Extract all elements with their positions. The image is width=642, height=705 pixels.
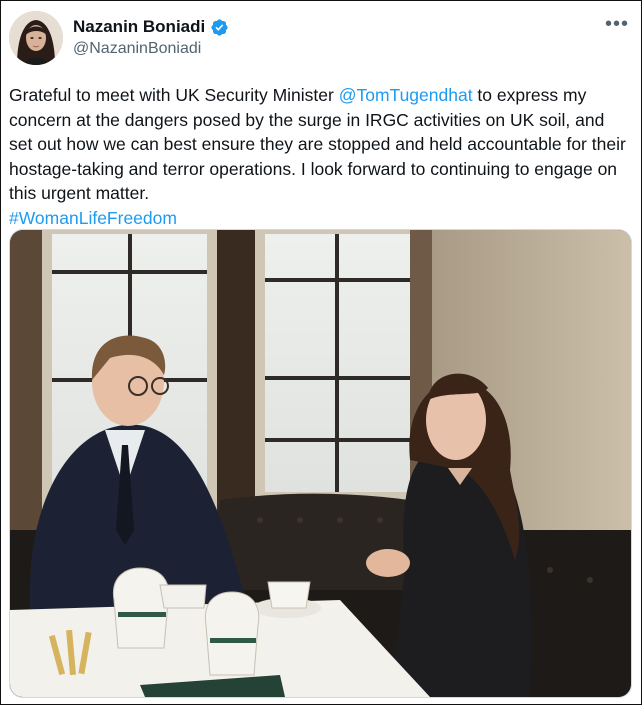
author-name[interactable]: Nazanin Boniadi	[73, 17, 229, 37]
tweet-text: Grateful to meet with UK Security Minist…	[9, 83, 629, 230]
author-name-text[interactable]: Nazanin Boniadi	[73, 17, 205, 37]
tweet-header: Nazanin Boniadi @NazaninBoniadi •••	[9, 11, 629, 71]
hashtag-link[interactable]: #WomanLifeFreedom	[9, 208, 177, 228]
tweet-card: Nazanin Boniadi @NazaninBoniadi ••• Grat…	[0, 0, 642, 705]
mention-link[interactable]: @TomTugendhat	[339, 85, 473, 105]
tweet-photo[interactable]	[9, 229, 632, 698]
more-options-icon[interactable]: •••	[605, 13, 629, 36]
meeting-photo-illustration	[10, 230, 631, 697]
author-handle[interactable]: @NazaninBoniadi	[73, 40, 201, 58]
tweet-text-part-1: Grateful to meet with UK Security Minist…	[9, 85, 339, 105]
verified-badge-icon	[211, 18, 228, 36]
avatar[interactable]	[9, 11, 63, 65]
